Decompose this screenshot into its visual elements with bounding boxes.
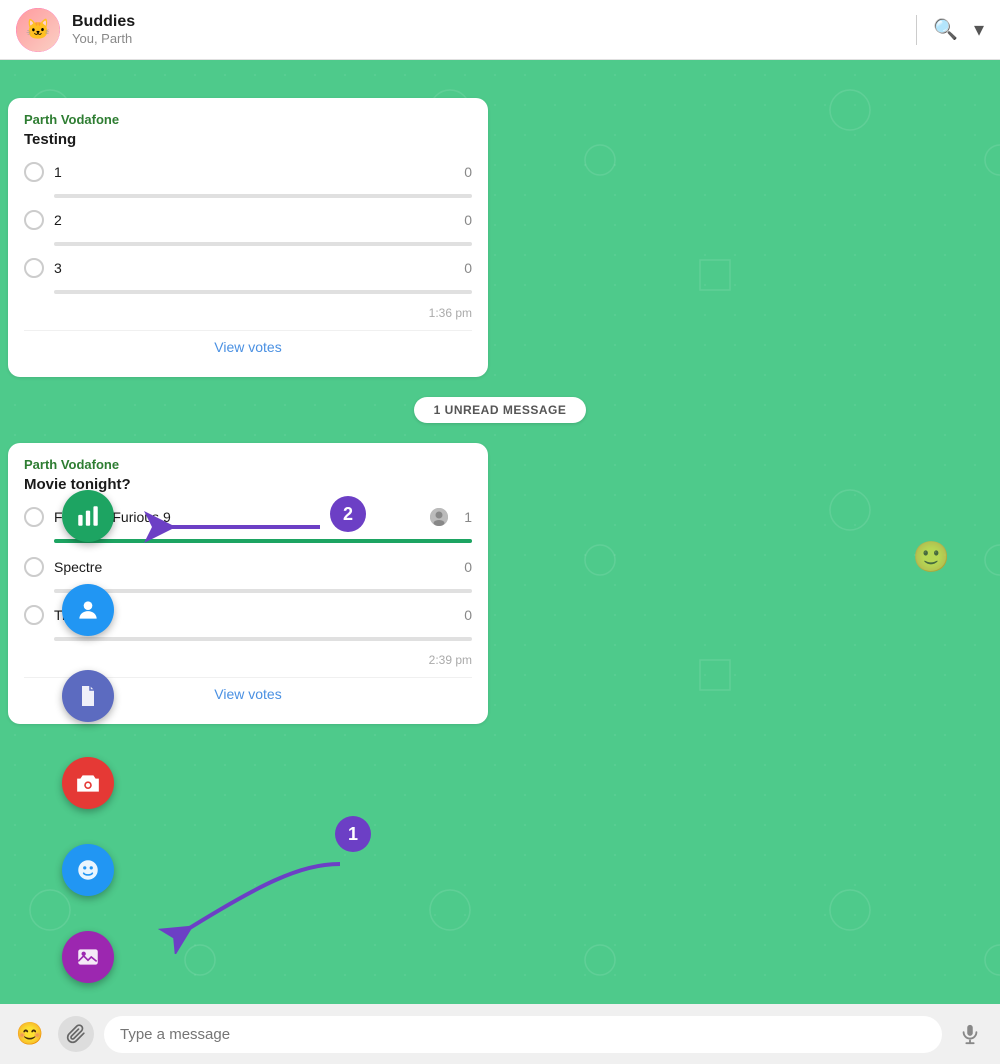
fab-gallery-button[interactable] bbox=[62, 931, 114, 983]
poll2-option3-text: Titanic bbox=[54, 607, 456, 623]
bg-smiley: 🙂 bbox=[913, 540, 950, 575]
poll2-bar-1 bbox=[54, 539, 472, 543]
poll2-bar-2 bbox=[54, 589, 472, 593]
header-info: Buddies You, Parth bbox=[72, 13, 916, 46]
mic-button[interactable] bbox=[952, 1016, 988, 1052]
search-icon[interactable]: 🔍 bbox=[933, 17, 958, 42]
poll1-time: 1:36 pm bbox=[24, 306, 472, 320]
poll1-option-3[interactable]: 3 0 bbox=[24, 258, 472, 278]
message-input[interactable] bbox=[104, 1016, 942, 1053]
header-actions: 🔍 ▾ bbox=[916, 15, 984, 45]
poll1-view-votes[interactable]: View votes bbox=[24, 330, 472, 363]
poll1-option2-count: 0 bbox=[464, 212, 472, 228]
poll2-option-2[interactable]: Spectre 0 bbox=[24, 557, 472, 577]
group-name: Buddies bbox=[72, 13, 916, 31]
emoji-button[interactable]: 😊 bbox=[12, 1016, 48, 1052]
poll1-question: Testing bbox=[24, 131, 472, 148]
poll1-bar-1 bbox=[54, 194, 472, 198]
poll2-option3-count: 0 bbox=[464, 607, 472, 623]
bottom-spacer bbox=[8, 736, 992, 756]
poll2-time: 2:39 pm bbox=[24, 653, 472, 667]
messages-scroll[interactable]: Parth Vodafone Testing 1 0 2 0 bbox=[0, 60, 1000, 1004]
fab-camera-button[interactable] bbox=[62, 757, 114, 809]
spacer bbox=[8, 76, 992, 86]
more-options-icon[interactable]: ▾ bbox=[974, 17, 984, 42]
poll1-radio-2[interactable] bbox=[24, 210, 44, 230]
chat-area: ❤️ 💌 🎭 🚲 😊 🎮 🖥️ 📱 🎵 📷 🌟 🎂 🏆 💬 🌈 🎁 🔔 📢 🎉 … bbox=[0, 60, 1000, 1004]
group-members: You, Parth bbox=[72, 31, 916, 46]
poll1-option1-text: 1 bbox=[54, 164, 456, 180]
poll1-radio-3[interactable] bbox=[24, 258, 44, 278]
poll1-option3-count: 0 bbox=[464, 260, 472, 276]
poll1-option-1[interactable]: 1 0 bbox=[24, 162, 472, 182]
group-avatar[interactable]: 🐱 bbox=[16, 8, 60, 52]
unread-divider: 1 UNREAD MESSAGE bbox=[8, 389, 992, 431]
fab-poll-button[interactable] bbox=[62, 490, 114, 542]
poll1-radio-1[interactable] bbox=[24, 162, 44, 182]
poll1-option2-text: 2 bbox=[54, 212, 456, 228]
poll2-radio-1[interactable] bbox=[24, 507, 44, 527]
unread-badge: 1 UNREAD MESSAGE bbox=[414, 397, 587, 423]
poll2-sender: Parth Vodafone bbox=[24, 457, 472, 472]
poll-card-1: Parth Vodafone Testing 1 0 2 0 bbox=[8, 98, 488, 377]
poll1-option3-text: 3 bbox=[54, 260, 456, 276]
poll1-option1-count: 0 bbox=[464, 164, 472, 180]
poll2-option1-count: 1 bbox=[464, 509, 472, 525]
avatar-image: 🐱 bbox=[16, 8, 60, 52]
poll1-sender: Parth Vodafone bbox=[24, 112, 472, 127]
poll2-option2-text: Spectre bbox=[54, 559, 456, 575]
fab-contact-button[interactable] bbox=[62, 584, 114, 636]
header-divider bbox=[916, 15, 917, 45]
poll2-option2-count: 0 bbox=[464, 559, 472, 575]
poll2-radio-3[interactable] bbox=[24, 605, 44, 625]
poll1-bar-3 bbox=[54, 290, 472, 294]
poll2-bar-3 bbox=[54, 637, 472, 641]
attach-button[interactable] bbox=[58, 1016, 94, 1052]
poll2-radio-2[interactable] bbox=[24, 557, 44, 577]
input-bar: 😊 bbox=[0, 1004, 1000, 1064]
chat-header: 🐱 Buddies You, Parth 🔍 ▾ bbox=[0, 0, 1000, 60]
poll2-bar-fill-1 bbox=[54, 539, 472, 543]
fab-document-button[interactable] bbox=[62, 670, 114, 722]
poll1-bar-2 bbox=[54, 242, 472, 246]
poll1-option-2[interactable]: 2 0 bbox=[24, 210, 472, 230]
fab-sticker-button[interactable] bbox=[62, 844, 114, 896]
voter-avatar bbox=[430, 508, 448, 526]
poll2-option1-right: 1 bbox=[430, 508, 472, 526]
